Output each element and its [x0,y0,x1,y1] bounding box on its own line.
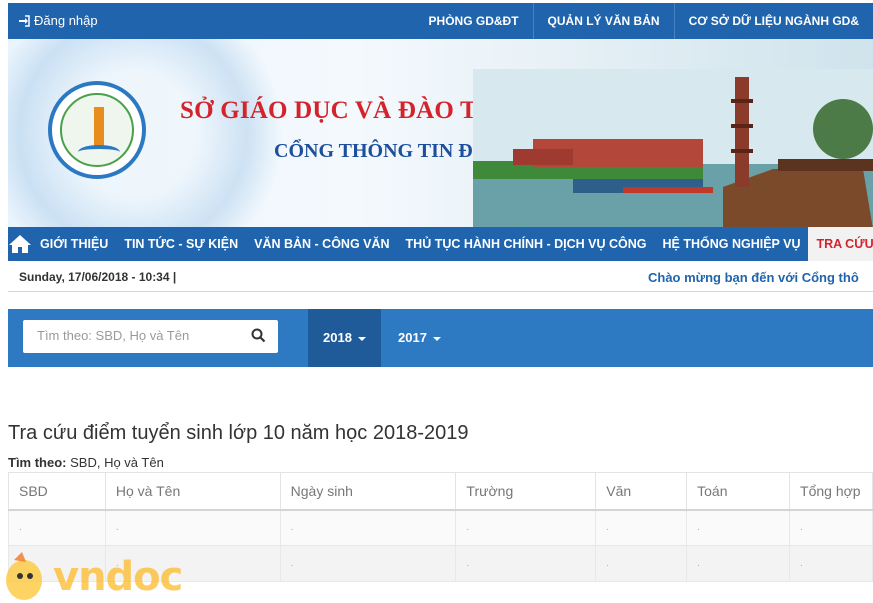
link-phong-gddt[interactable]: PHÒNG GD&ĐT [415,3,533,39]
search-input[interactable] [37,328,237,343]
current-date: Sunday, 17/06/2018 - 10:34 | [19,270,177,284]
tower-icon [94,107,104,149]
table-cell: . [8,509,106,546]
table-row: . . . . . . . [8,509,873,546]
top-links: PHÒNG GD&ĐT QUẢN LÝ VĂN BẢN CƠ SỞ DỮ LIỆ… [415,3,873,39]
table-cell: . [686,509,791,546]
sign-in-icon [19,14,30,27]
nav-van-ban[interactable]: VĂN BẢN - CÔNG VĂN [246,227,397,261]
nav-tra-cuu[interactable]: TRA CỨU [808,227,873,261]
nav-thu-tuc[interactable]: THỦ TỤC HÀNH CHÍNH - DỊCH VỤ CÔNG [398,227,655,261]
col-ho-ten[interactable]: Họ và Tên [104,472,281,511]
table-cell: . [595,509,688,546]
search-bar: 2018 2017 [8,309,873,367]
site-banner[interactable]: SỞ GIÁO DỤC VÀ ĐÀO TẠO NAM ĐỊNH CỔNG THÔ… [8,39,873,227]
nav-gioi-thieu[interactable]: GIỚI THIỆU [32,227,116,261]
year-tab-2017[interactable]: 2017 [383,309,456,367]
search-box[interactable] [23,320,278,353]
table-cell: . [104,509,281,546]
nav-tin-tuc[interactable]: TIN TỨC - SỰ KIỆN [116,227,246,261]
col-sbd[interactable]: SBD [8,472,106,511]
login-link[interactable]: Đăng nhập [18,13,98,28]
home-button[interactable] [8,227,32,261]
pagoda-landscape-image [473,69,873,227]
status-row: Sunday, 17/06/2018 - 10:34 | Chào mừng b… [8,262,873,292]
table-cell: . [595,545,688,582]
table-cell: . [455,509,597,546]
watermark-text: vndoc [53,554,183,600]
table-cell: . [686,545,791,582]
col-toan[interactable]: Toán [686,472,791,511]
col-truong[interactable]: Trường [455,472,597,511]
table-cell: . [789,509,873,546]
home-icon [9,235,31,253]
filter-hint: Tìm theo: SBD, Họ và Tên [8,455,164,470]
table-cell: . [279,545,457,582]
col-tong-hop[interactable]: Tổng hợp [789,472,873,511]
table-header-row: SBD Họ và Tên Ngày sinh Trường Văn Toán … [8,472,873,511]
page-title: Tra cứu điểm tuyển sinh lớp 10 năm học 2… [8,422,469,444]
year-tab-2018[interactable]: 2018 [308,309,381,367]
search-icon[interactable] [251,328,266,343]
table-cell: . [789,545,873,582]
table-cell: . [455,545,597,582]
caret-down-icon [432,336,441,341]
caret-down-icon [357,336,366,341]
login-label: Đăng nhập [34,13,98,28]
col-ngay-sinh[interactable]: Ngày sinh [279,472,457,511]
welcome-marquee: Chào mừng bạn đến với Cổng thô [648,270,859,285]
book-icon [78,145,120,159]
top-bar: Đăng nhập PHÒNG GD&ĐT QUẢN LÝ VĂN BẢN CƠ… [8,3,873,39]
mascot-icon [6,552,42,600]
link-co-so-du-lieu[interactable]: CƠ SỞ DỮ LIỆU NGÀNH GD& [673,3,873,39]
vndoc-watermark: vndoc [0,550,230,603]
department-logo[interactable] [48,81,146,179]
col-van[interactable]: Văn [595,472,688,511]
main-nav: GIỚI THIỆU TIN TỨC - SỰ KIỆN VĂN BẢN - C… [8,227,873,261]
link-quan-ly-van-ban[interactable]: QUẢN LÝ VĂN BẢN [532,3,674,39]
nav-he-thong[interactable]: HỆ THỐNG NGHIỆP VỤ [655,227,809,261]
table-cell: . [279,509,457,546]
